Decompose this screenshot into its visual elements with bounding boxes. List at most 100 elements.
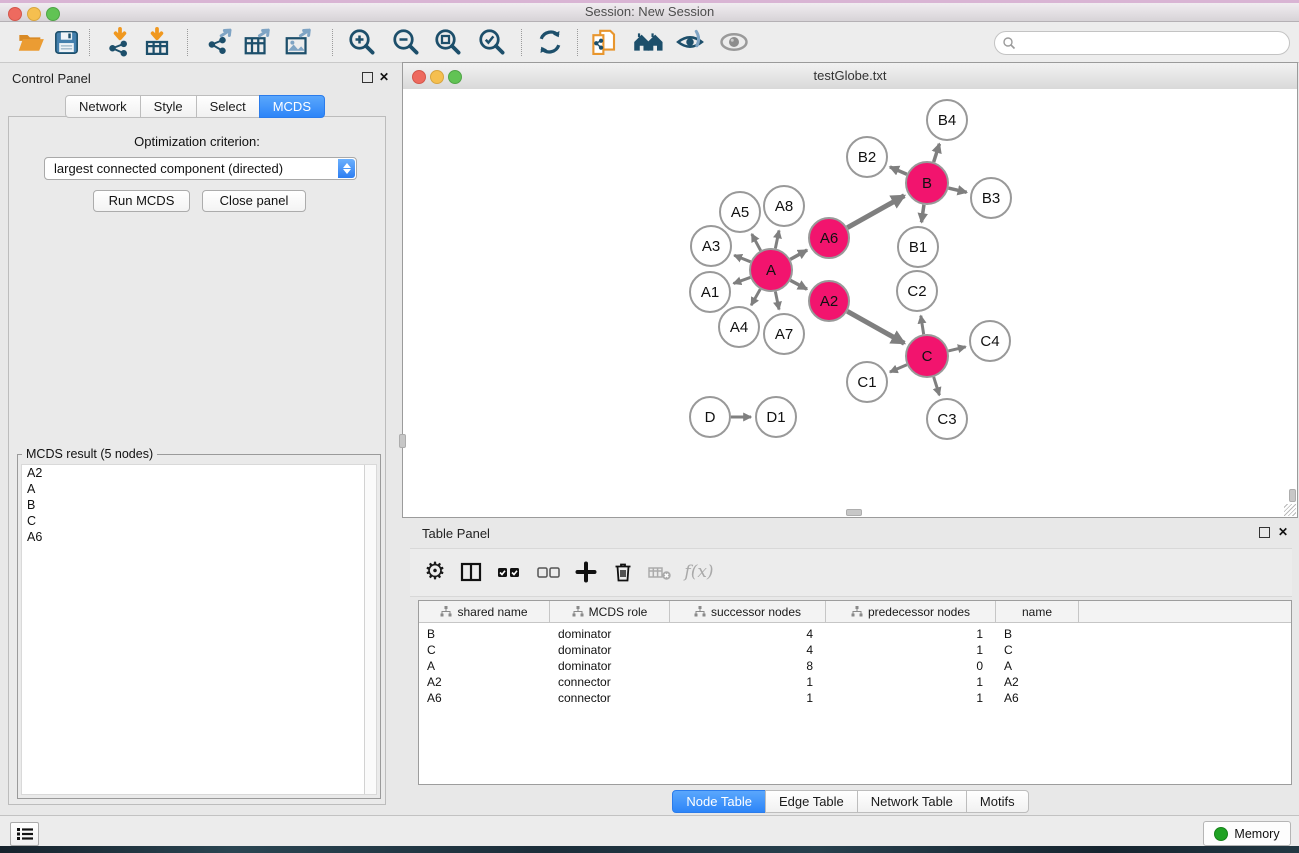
table-row[interactable]: Bdominator41B [419, 626, 1291, 642]
mcds-result-item[interactable]: B [22, 497, 376, 513]
criterion-dropdown[interactable]: largest connected component (directed) [44, 157, 357, 180]
delete-columns-button[interactable] [608, 557, 638, 587]
edge-A-A8[interactable] [775, 230, 779, 248]
show-columns-button[interactable] [456, 557, 486, 587]
select-all-button[interactable] [494, 557, 524, 587]
import-network-button[interactable] [104, 26, 136, 58]
refresh-button[interactable] [534, 26, 566, 58]
graph-node-A8[interactable]: A8 [764, 186, 804, 226]
clone-network-button[interactable] [588, 26, 620, 58]
graph-node-A2[interactable]: A2 [809, 281, 849, 321]
column-header-name[interactable]: name [996, 601, 1079, 622]
memory-button[interactable]: Memory [1203, 821, 1291, 846]
net-minimize-button[interactable] [430, 70, 444, 84]
edge-A-A6[interactable] [790, 250, 807, 259]
network-graph[interactable]: AA6A2BCA5A8A3A1A4A7B2B4B3B1C2C4C1C3DD1 [403, 89, 1297, 517]
column-header-predecessor-nodes[interactable]: predecessor nodes [826, 601, 996, 622]
column-header-successor-nodes[interactable]: successor nodes [670, 601, 826, 622]
network-canvas[interactable]: AA6A2BCA5A8A3A1A4A7B2B4B3B1C2C4C1C3DD1 [403, 89, 1297, 517]
open-session-button[interactable] [15, 26, 47, 58]
list-scrollbar[interactable] [364, 465, 376, 794]
splitter-handle[interactable] [399, 434, 406, 448]
zoom-in-button[interactable] [346, 26, 378, 58]
graph-node-A[interactable]: A [750, 249, 792, 291]
mcds-result-item[interactable]: A2 [22, 465, 376, 481]
table-row[interactable]: Cdominator41C [419, 642, 1291, 658]
tab-network[interactable]: Network [65, 95, 141, 118]
graph-node-D[interactable]: D [690, 397, 730, 437]
edge-A-A1[interactable] [734, 277, 751, 283]
graph-node-B4[interactable]: B4 [927, 100, 967, 140]
table-tab-edge-table[interactable]: Edge Table [765, 790, 858, 813]
export-network-button[interactable] [204, 26, 236, 58]
graph-node-C2[interactable]: C2 [897, 271, 937, 311]
table-row[interactable]: A6connector11A6 [419, 690, 1291, 706]
graph-node-D1[interactable]: D1 [756, 397, 796, 437]
graph-node-A5[interactable]: A5 [720, 192, 760, 232]
minimize-window-button[interactable] [27, 7, 41, 21]
float-panel-icon[interactable] [362, 72, 373, 83]
deselect-all-button[interactable] [534, 557, 564, 587]
delete-table-button[interactable] [645, 557, 675, 587]
edge-C-C1[interactable] [890, 365, 907, 372]
close-panel-button[interactable]: Close panel [202, 190, 306, 212]
import-table-button[interactable] [141, 26, 173, 58]
close-panel-icon[interactable]: ✕ [379, 70, 389, 84]
network-window-titlebar[interactable]: testGlobe.txt [403, 63, 1297, 90]
edge-B-B1[interactable] [921, 205, 923, 222]
graph-node-A7[interactable]: A7 [764, 314, 804, 354]
edge-C-C4[interactable] [948, 347, 965, 351]
table-tab-motifs[interactable]: Motifs [966, 790, 1029, 813]
graph-node-A3[interactable]: A3 [691, 226, 731, 266]
mcds-result-list[interactable]: A2ABCA6 [21, 464, 377, 795]
edge-B-B2[interactable] [890, 167, 907, 174]
graph-node-C[interactable]: C [906, 335, 948, 377]
edge-C-C3[interactable] [934, 377, 940, 395]
task-history-button[interactable] [10, 822, 39, 846]
graph-node-A6[interactable]: A6 [809, 218, 849, 258]
zoom-out-button[interactable] [390, 26, 422, 58]
graph-node-B2[interactable]: B2 [847, 137, 887, 177]
table-tab-node-table[interactable]: Node Table [672, 790, 766, 813]
column-header-shared-name[interactable]: shared name [419, 601, 550, 622]
tab-style[interactable]: Style [140, 95, 197, 118]
run-mcds-button[interactable]: Run MCDS [93, 190, 190, 212]
graph-node-A4[interactable]: A4 [719, 307, 759, 347]
export-image-button[interactable] [282, 26, 314, 58]
show-all-button[interactable] [633, 26, 665, 58]
graph-node-B1[interactable]: B1 [898, 227, 938, 267]
tab-select[interactable]: Select [196, 95, 260, 118]
zoom-selected-button[interactable] [476, 26, 508, 58]
edge-A-A5[interactable] [752, 234, 761, 251]
table-settings-button[interactable]: ⚙ [420, 557, 450, 587]
mcds-result-item[interactable]: A6 [22, 529, 376, 545]
graph-node-C1[interactable]: C1 [847, 362, 887, 402]
zoom-window-button[interactable] [46, 7, 60, 21]
export-table-button[interactable] [241, 26, 273, 58]
edge-A2-C[interactable] [847, 311, 904, 343]
mcds-result-item[interactable]: A [22, 481, 376, 497]
mcds-result-item[interactable]: C [22, 513, 376, 529]
edge-A-A3[interactable] [734, 255, 750, 262]
graph-node-A1[interactable]: A1 [690, 272, 730, 312]
edge-A6-B[interactable] [847, 196, 904, 228]
graph-node-C4[interactable]: C4 [970, 321, 1010, 361]
edge-A-A2[interactable] [790, 280, 807, 289]
net-zoom-button[interactable] [448, 70, 462, 84]
zoom-fit-button[interactable] [432, 26, 464, 58]
close-table-panel-icon[interactable]: ✕ [1278, 525, 1288, 539]
search-input[interactable] [1019, 33, 1283, 53]
edge-A-A4[interactable] [751, 289, 760, 305]
graph-node-B[interactable]: B [906, 162, 948, 204]
table-row[interactable]: A2connector11A2 [419, 674, 1291, 690]
edge-B-B4[interactable] [934, 144, 940, 162]
close-window-button[interactable] [8, 7, 22, 21]
function-builder-button[interactable]: f(x) [684, 557, 714, 587]
float-table-panel-icon[interactable] [1259, 527, 1270, 538]
show-graphics-details-button[interactable] [674, 26, 706, 58]
table-tab-network-table[interactable]: Network Table [857, 790, 967, 813]
graph-node-B3[interactable]: B3 [971, 178, 1011, 218]
tab-mcds[interactable]: MCDS [259, 95, 325, 118]
edge-C-C2[interactable] [921, 316, 924, 335]
net-close-button[interactable] [412, 70, 426, 84]
